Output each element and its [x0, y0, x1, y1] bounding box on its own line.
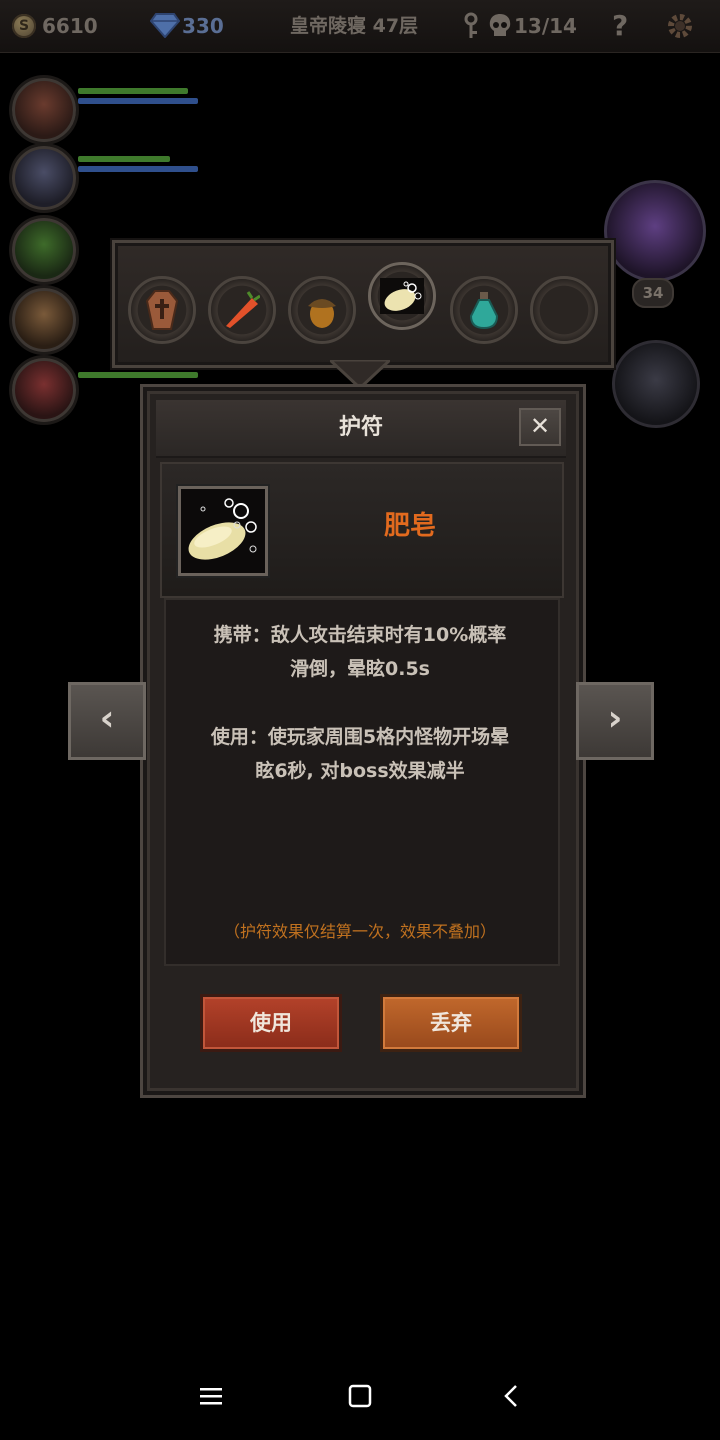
item-name: 肥皂: [383, 511, 436, 541]
amulet-slot-coffin[interactable]: [128, 276, 196, 344]
kill-count: 13/14: [514, 14, 577, 38]
coffin-icon: [145, 290, 179, 330]
hero-portrait: [12, 218, 76, 282]
hp-bar: [78, 156, 170, 162]
effect-note: （护符效果仅结算一次，效果不叠加）: [223, 922, 496, 941]
amulet-slot-potion[interactable]: [450, 276, 518, 344]
item-image: [178, 486, 268, 576]
amulet-slot-empty[interactable]: [530, 276, 598, 344]
potion-icon: [469, 292, 499, 330]
carry-effect-line1: 携带：敌人攻击结束时有10%概率: [213, 624, 507, 646]
party-member-4[interactable]: [12, 288, 76, 352]
party-member-5[interactable]: [12, 358, 76, 422]
hero-portrait: [12, 78, 76, 142]
top-status-bar: S 6610 330 皇帝陵寝 47层 13/14 ?: [0, 0, 720, 53]
use-button[interactable]: 使用: [200, 994, 342, 1052]
mp-bar: [78, 98, 198, 104]
acorn-icon: [308, 299, 336, 328]
dungeon-floor: 皇帝陵寝 47层: [290, 15, 419, 37]
boss-portrait[interactable]: [604, 180, 706, 282]
carry-effect-line2: 滑倒，晕眩0.5s: [290, 658, 430, 680]
hero-portrait: [12, 288, 76, 352]
soap-icon: [181, 489, 265, 573]
close-button[interactable]: ✕: [519, 408, 561, 446]
back-icon[interactable]: [500, 1384, 522, 1408]
next-amulet-button[interactable]: ›: [576, 682, 654, 760]
coin-icon: S: [12, 14, 36, 38]
previous-amulet-button[interactable]: ‹: [68, 682, 146, 760]
use-effect-line2: 眩6秒, 对boss效果减半: [255, 760, 465, 782]
enemy-portrait[interactable]: [612, 340, 700, 428]
party-member-1[interactable]: [12, 78, 76, 142]
discard-button[interactable]: 丢弃: [380, 994, 522, 1052]
amulet-slot-carrot[interactable]: [208, 276, 276, 344]
settings-gear-icon[interactable]: [664, 10, 696, 42]
home-icon[interactable]: [348, 1384, 372, 1408]
amulet-slot-soap[interactable]: [368, 262, 436, 330]
menu-icon[interactable]: [198, 1384, 224, 1408]
key-icon: [464, 12, 478, 38]
dialog-title: 护符: [338, 415, 383, 440]
soap-icon: [380, 278, 424, 314]
party-member-3[interactable]: [12, 218, 76, 282]
hp-bar: [78, 372, 198, 378]
mp-bar: [78, 166, 198, 172]
party-member-2[interactable]: [12, 146, 76, 210]
skull-icon: [489, 14, 511, 36]
help-button[interactable]: ?: [612, 0, 628, 52]
boss-level-badge: 34: [632, 278, 674, 308]
hero-portrait: [12, 358, 76, 422]
gold-count: 6610: [42, 14, 98, 38]
use-effect-line1: 使用：使玩家周围5格内怪物开场晕: [210, 726, 510, 748]
hero-portrait: [12, 146, 76, 210]
carrot-icon: [226, 291, 260, 328]
hp-bar: [78, 88, 188, 94]
gem-count: 330: [182, 14, 224, 38]
gem-icon: [150, 13, 180, 38]
amulet-slot-acorn[interactable]: [288, 276, 356, 344]
